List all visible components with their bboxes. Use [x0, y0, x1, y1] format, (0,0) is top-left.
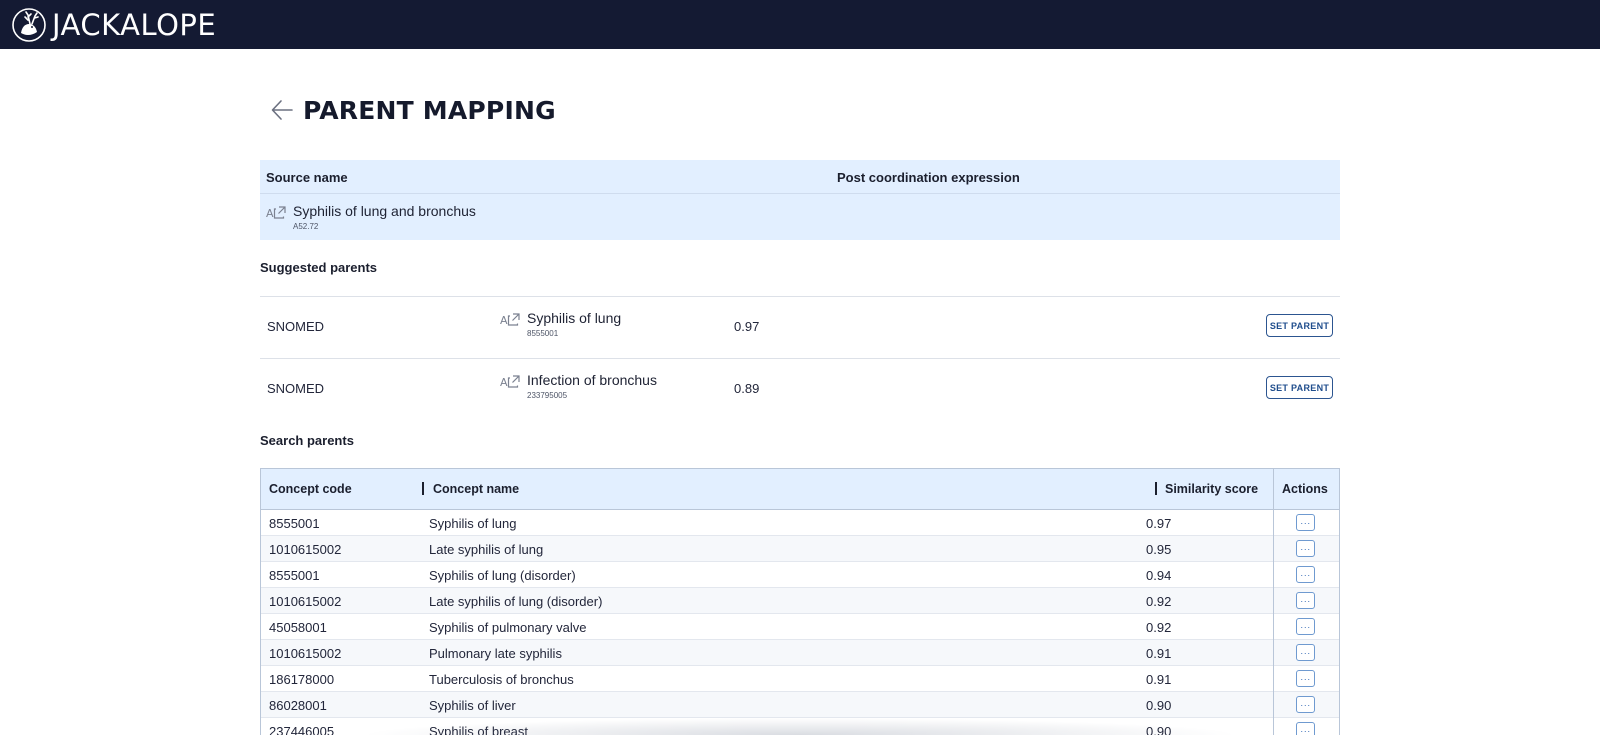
- similarity-score-cell: 0.91: [1146, 672, 1172, 687]
- concept-name-cell: Syphilis of lung: [429, 516, 517, 531]
- table-header-row: Concept code Concept name Similarity sco…: [261, 469, 1339, 510]
- svg-text:A: A: [266, 207, 274, 219]
- concept-name-cell: Syphilis of breast: [429, 724, 528, 735]
- table-row[interactable]: 237446005 Syphilis of breast 0.90 ···: [261, 718, 1339, 735]
- concept-code-cell: 86028001: [269, 698, 327, 713]
- suggested-parents-title: Suggested parents: [260, 260, 378, 275]
- table-row[interactable]: 8555001 Syphilis of lung (disorder) 0.94 ··…: [261, 562, 1339, 588]
- app-logo[interactable]: JACKALOPE: [12, 5, 216, 45]
- concept-code-cell: 1010615002: [269, 646, 342, 661]
- table-row[interactable]: 1010615002 Late syphilis of lung (disorde…: [261, 588, 1339, 614]
- vocabulary-label: SNOMED: [267, 381, 325, 396]
- open-concept-icon[interactable]: A: [500, 374, 522, 388]
- source-name-header: Source name: [266, 170, 348, 185]
- table-body: 8555001 Syphilis of lung 0.97 ··· 1010615002…: [261, 510, 1339, 735]
- row-actions-button[interactable]: ···: [1296, 592, 1315, 609]
- open-concept-icon[interactable]: A: [266, 205, 288, 219]
- search-parents-table: Concept code Concept name Similarity sco…: [260, 468, 1340, 735]
- open-concept-icon[interactable]: A: [500, 312, 522, 326]
- table-row[interactable]: 1010615002 Late syphilis of lung 0.95 ···: [261, 536, 1339, 562]
- post-coordination-header: Post coordination expression: [837, 170, 1020, 185]
- concept-code-cell: 1010615002: [269, 594, 342, 609]
- row-actions-button[interactable]: ···: [1296, 670, 1315, 687]
- similarity-score-cell: 0.95: [1146, 542, 1172, 557]
- column-resize-handle[interactable]: [422, 482, 424, 495]
- similarity-score-cell: 0.90: [1146, 724, 1172, 735]
- concept-code-header[interactable]: Concept code: [269, 482, 352, 496]
- suggested-concept: A Syphilis of lung 8555001: [500, 310, 621, 340]
- row-actions-button[interactable]: ···: [1296, 722, 1315, 735]
- suggested-concept-code: 233795005: [527, 391, 568, 400]
- svg-text:A: A: [500, 376, 508, 388]
- concept-name-cell: Syphilis of pulmonary valve: [429, 620, 587, 635]
- row-actions-button[interactable]: ···: [1296, 540, 1315, 557]
- suggested-concept-name: Syphilis of lung: [527, 310, 622, 326]
- similarity-score-cell: 0.90: [1146, 698, 1172, 713]
- similarity-score-cell: 0.92: [1146, 620, 1172, 635]
- similarity-score-header[interactable]: Similarity score: [1165, 482, 1258, 496]
- top-navigation-bar: JACKALOPE: [0, 0, 1600, 49]
- concept-name-cell: Late syphilis of lung: [429, 542, 544, 557]
- table-row[interactable]: 1010615002 Pulmonary late syphilis 0.91 ···: [261, 640, 1339, 666]
- concept-code-cell: 45058001: [269, 620, 327, 635]
- table-row[interactable]: 186178000 Tuberculosis of bronchus 0.91 ···: [261, 666, 1339, 692]
- suggested-parent-row: SNOMED A Syphilis of lung 8555001 0.97 S…: [260, 296, 1340, 358]
- concept-name-cell: Syphilis of lung (disorder): [429, 568, 576, 583]
- concept-code-cell: 237446005: [269, 724, 335, 735]
- concept-name-cell: Tuberculosis of bronchus: [429, 672, 574, 687]
- suggested-concept: A Infection of bronchus 233795005: [500, 372, 657, 402]
- similarity-score-cell: 0.92: [1146, 594, 1172, 609]
- source-concept: A Syphilis of lung and bronchus A52.72: [266, 203, 476, 233]
- source-concept-name: Syphilis of lung and bronchus: [293, 203, 476, 219]
- concept-code-cell: 1010615002: [269, 542, 342, 557]
- set-parent-button[interactable]: SET PARENT: [1266, 314, 1333, 337]
- column-resize-handle[interactable]: [1155, 482, 1157, 495]
- similarity-score-cell: 0.97: [1146, 516, 1172, 531]
- concept-name-header[interactable]: Concept name: [433, 482, 519, 496]
- source-concept-panel: Source name Post coordination expression…: [260, 160, 1340, 240]
- source-concept-code: A52.72: [293, 222, 319, 231]
- table-row[interactable]: 8555001 Syphilis of lung 0.97 ···: [261, 510, 1339, 536]
- concept-code-cell: 8555001: [269, 516, 320, 531]
- row-actions-button[interactable]: ···: [1296, 644, 1315, 661]
- brand-name: JACKALOPE: [52, 8, 217, 42]
- concept-name-cell: Late syphilis of lung (disorder): [429, 594, 603, 609]
- similarity-score-cell: 0.91: [1146, 646, 1172, 661]
- suggested-parent-row: SNOMED A Infection of bronchus 233795005…: [260, 358, 1340, 420]
- page-header: PARENT MAPPING: [268, 90, 556, 130]
- table-row[interactable]: 86028001 Syphilis of liver 0.90 ···: [261, 692, 1339, 718]
- suggested-concept-code: 8555001: [527, 329, 559, 338]
- similarity-score-cell: 0.94: [1146, 568, 1172, 583]
- back-button[interactable]: [268, 96, 296, 124]
- suggested-concept-name: Infection of bronchus: [527, 372, 657, 388]
- concept-name-cell: Pulmonary late syphilis: [429, 646, 562, 661]
- table-row[interactable]: 45058001 Syphilis of pulmonary valve 0.92 ·…: [261, 614, 1339, 640]
- similarity-score: 0.89: [734, 381, 760, 396]
- svg-text:A: A: [500, 314, 508, 326]
- actions-header: Actions: [1282, 482, 1328, 496]
- page-title: PARENT MAPPING: [303, 95, 556, 125]
- set-parent-button[interactable]: SET PARENT: [1266, 376, 1333, 399]
- concept-code-cell: 186178000: [269, 672, 335, 687]
- concept-name-cell: Syphilis of liver: [429, 698, 516, 713]
- actions-column-divider: [1273, 469, 1274, 735]
- similarity-score: 0.97: [734, 319, 760, 334]
- concept-code-cell: 8555001: [269, 568, 320, 583]
- row-actions-button[interactable]: ···: [1296, 696, 1315, 713]
- vocabulary-label: SNOMED: [267, 319, 325, 334]
- row-actions-button[interactable]: ···: [1296, 618, 1315, 635]
- source-concept-row: A Syphilis of lung and bronchus A52.72: [260, 194, 1340, 240]
- row-actions-button[interactable]: ···: [1296, 514, 1315, 531]
- jackalope-logo-icon: [12, 8, 46, 42]
- row-actions-button[interactable]: ···: [1296, 566, 1315, 583]
- arrow-left-icon: [271, 100, 293, 120]
- search-parents-title: Search parents: [260, 433, 354, 448]
- source-header-row: Source name Post coordination expression: [260, 160, 1340, 194]
